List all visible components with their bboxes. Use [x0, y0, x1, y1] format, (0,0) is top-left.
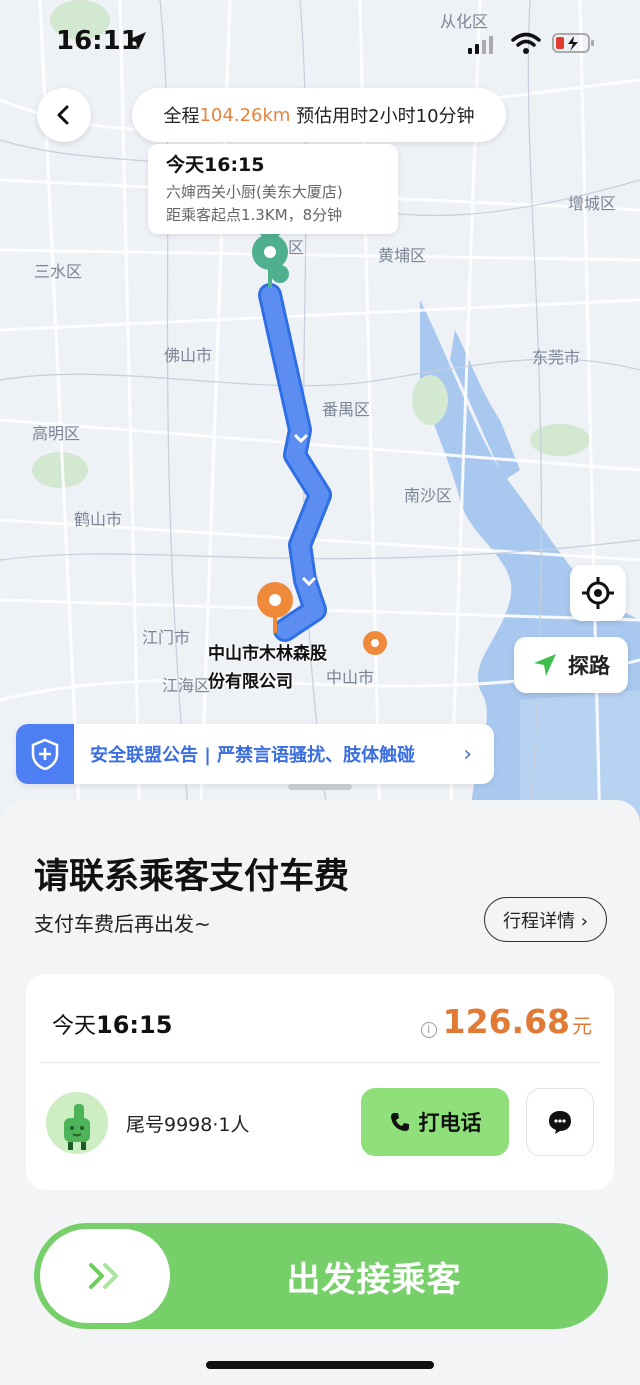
navigation-arrow-icon — [534, 654, 556, 676]
pickup-place: 六婶西关小厨(美东大厦店) — [166, 183, 343, 201]
sheet-title: 请联系乘客支付车费 — [34, 857, 350, 897]
home-indicator[interactable] — [206, 1361, 434, 1369]
order-price[interactable]: i 126.68 元 — [420, 1002, 592, 1041]
shield-icon — [16, 724, 74, 784]
locate-button[interactable] — [570, 565, 626, 621]
order-time-value: 16:15 — [96, 1011, 173, 1039]
order-time-prefix: 今天 — [52, 1014, 97, 1039]
map-label: 三水区 — [34, 262, 83, 281]
slider-knob[interactable] — [40, 1229, 170, 1323]
destination-label: 中山市木林森股 份有限公司 — [208, 640, 327, 696]
map-label: 中山市 — [326, 668, 375, 687]
call-button[interactable]: 打电话 — [361, 1088, 509, 1156]
explore-route-label: 探路 — [568, 654, 610, 678]
passenger-avatar — [46, 1092, 108, 1154]
order-time: 今天16:15 — [52, 1008, 172, 1040]
depart-label: 出发接乘客 — [286, 1259, 462, 1300]
trip-summary-prefix: 全程 — [163, 106, 200, 127]
map-label: 江海区 — [162, 676, 211, 695]
map-label: 鹤山市 — [74, 510, 123, 529]
map-label: 南沙区 — [404, 486, 453, 505]
pickup-time: 今天16:15 — [166, 154, 265, 176]
divider — [40, 1062, 600, 1063]
chevron-left-icon — [57, 105, 69, 125]
map-label: 黄埔区 — [378, 246, 427, 265]
status-bar: 16:11 — [0, 0, 640, 86]
depart-slider[interactable]: 出发接乘客 — [34, 1223, 608, 1329]
map-label: 东莞市 — [532, 348, 581, 367]
map-label: 增城区 — [568, 194, 617, 213]
passenger-info: 尾号9998·1人 — [126, 1114, 250, 1136]
thumbs-up-avatar-icon — [46, 1092, 108, 1154]
map-label: 佛山市 — [164, 346, 213, 365]
chevron-right-icon: › — [463, 741, 472, 767]
location-arrow-icon — [128, 32, 146, 50]
battery-low-icon — [552, 33, 594, 53]
safety-notice-banner[interactable]: 安全联盟公告 | 严禁言语骚扰、肢体触碰 › — [16, 724, 494, 784]
pickup-info-card: 今天16:15 六婶西关小厨(美东大厦店) 距乘客起点1.3KM，8分钟 — [148, 144, 398, 234]
trip-duration: 预估用时2小时10分钟 — [290, 106, 475, 127]
poi-pin-icon — [363, 631, 387, 655]
price-amount: 126.68 — [442, 1002, 570, 1041]
map-label: 区 — [288, 238, 305, 257]
info-icon: i — [420, 1022, 437, 1038]
map-label: 番禺区 — [322, 400, 371, 419]
explore-route-button[interactable]: 探路 — [514, 637, 628, 693]
price-unit: 元 — [572, 1014, 592, 1038]
double-chevron-right-icon — [89, 1263, 118, 1289]
map-label: 高明区 — [32, 424, 81, 443]
map-label: 江门市 — [142, 628, 191, 647]
wifi-icon — [511, 32, 541, 54]
phone-icon — [390, 1113, 409, 1131]
pickup-distance: 距乘客起点1.3KM，8分钟 — [166, 206, 343, 224]
trip-summary: 全程 104.26km 预估用时2小时10分钟 — [132, 88, 506, 142]
message-button[interactable] — [526, 1088, 594, 1156]
call-label: 打电话 — [418, 1111, 482, 1135]
cellular-signal-icon — [468, 36, 493, 54]
crosshair-icon — [582, 577, 614, 609]
sheet-subtitle: 支付车费后再出发~ — [34, 912, 211, 936]
trip-detail-button[interactable]: 行程详情 › — [484, 897, 607, 942]
order-card: 今天16:15 i 126.68 元 尾号9998·1人 打电话 — [26, 974, 614, 1190]
destination-label-line1: 中山市木林森股 — [208, 644, 327, 664]
destination-label-line2: 份有限公司 — [208, 672, 293, 692]
back-button[interactable] — [37, 88, 91, 142]
trip-distance: 104.26km — [199, 104, 291, 126]
safety-notice-text: 安全联盟公告 | 严禁言语骚扰、肢体触碰 — [90, 745, 416, 766]
sheet-drag-handle[interactable] — [288, 784, 352, 790]
chat-bubble-icon — [549, 1111, 571, 1134]
